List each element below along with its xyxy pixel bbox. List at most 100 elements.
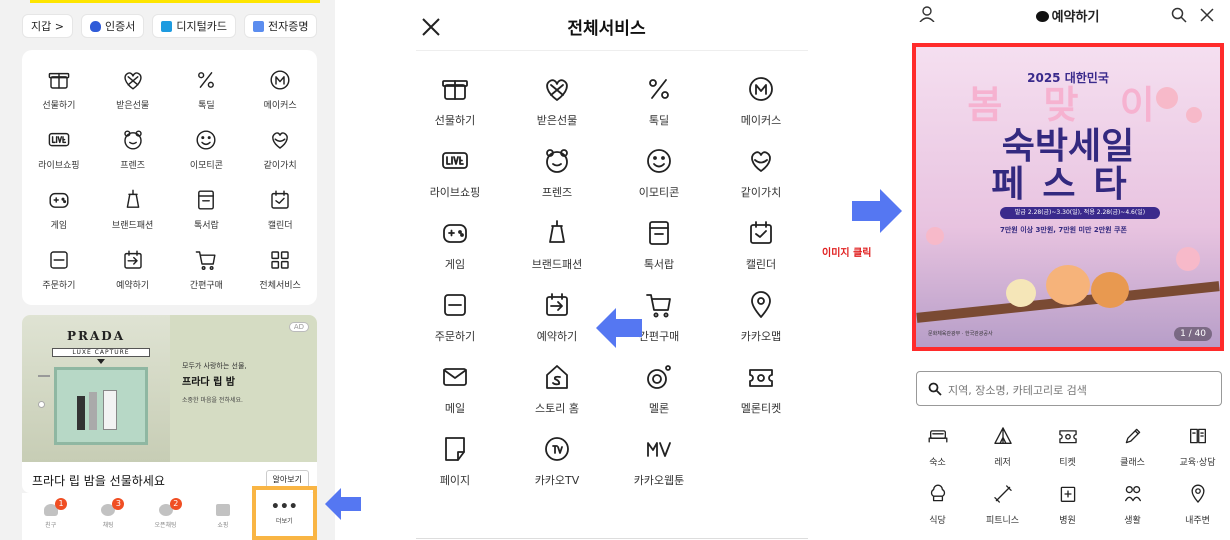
doc-icon — [252, 20, 264, 32]
service-item[interactable]: 톡서랍 — [170, 184, 244, 238]
all-service-item[interactable]: 멜론티켓 — [710, 352, 812, 419]
service-item[interactable]: 간편구매 — [170, 244, 244, 298]
nav-shopping[interactable]: 쇼핑 — [194, 493, 251, 540]
category-item[interactable]: 티켓 — [1035, 425, 1100, 473]
nav-open-chat[interactable]: 2 오픈채팅 — [137, 493, 194, 540]
service-item[interactable]: 예약하기 — [96, 244, 170, 298]
all-service-item[interactable]: 페이지 — [404, 424, 506, 491]
all-service-item[interactable]: 주문하기 — [404, 280, 506, 347]
all-service-item[interactable]: 메일 — [404, 352, 506, 419]
story-icon — [546, 365, 568, 389]
service-item[interactable]: 톡딜 — [170, 64, 244, 118]
category-item[interactable]: 식당 — [905, 483, 970, 531]
all-service-item[interactable]: 톡딜 — [608, 64, 710, 131]
emoticon-icon — [196, 130, 216, 150]
e-certificate-chip[interactable]: 전자증명 — [243, 14, 318, 38]
all-service-item[interactable]: 이모티콘 — [608, 136, 710, 203]
all-service-item[interactable]: 카카오웹툰 — [608, 424, 710, 491]
friends-icon — [546, 149, 568, 173]
received-gift-icon — [546, 79, 568, 101]
search-icon[interactable] — [1171, 7, 1187, 23]
service-item[interactable]: 메이커스 — [243, 64, 317, 118]
ticket-icon — [1058, 430, 1077, 444]
ad-line1: 모두가 사랑하는 선물, — [182, 362, 247, 370]
category-item[interactable]: 피트니스 — [970, 483, 1035, 531]
category-grid: 숙소 레저 티켓 클래스 교육·상담식당 피트니스 병원 생활 내주변 — [905, 425, 1230, 531]
tutorial-composite: 지갑 > 인증서 디지털카드 전자증명 선물하기 받은선물 톡딜 메이커스 라이브쇼핑 프… — [0, 0, 1230, 540]
service-label: 캘린더 — [267, 221, 293, 231]
nav-chats[interactable]: 3 채팅 — [79, 493, 136, 540]
category-label: 숙소 — [929, 458, 946, 468]
service-item[interactable]: 프렌즈 — [96, 124, 170, 178]
ad-brand: PRADA — [66, 329, 126, 343]
all-service-label: 멜론티켓 — [740, 402, 782, 415]
service-item[interactable]: 이모티콘 — [170, 124, 244, 178]
all-service-item[interactable]: 캘린더 — [710, 208, 812, 275]
category-label: 피트니스 — [985, 516, 1020, 526]
category-item[interactable]: 생활 — [1100, 483, 1165, 531]
all-service-item[interactable]: 메이커스 — [710, 64, 812, 131]
drawer-icon — [649, 221, 669, 245]
live-icon — [442, 152, 468, 169]
wallet-chip[interactable]: 지갑 > — [22, 14, 73, 38]
close-icon[interactable] — [1199, 7, 1215, 23]
category-item[interactable]: 레저 — [970, 425, 1035, 473]
all-service-item[interactable]: 선물하기 — [404, 64, 506, 131]
category-label: 내주변 — [1185, 516, 1210, 526]
certificate-chip[interactable]: 인증서 — [80, 14, 145, 38]
category-item[interactable]: 클래스 — [1100, 425, 1165, 473]
all-service-item[interactable]: 프렌즈 — [506, 136, 608, 203]
cart-icon — [196, 251, 216, 270]
all-service-item[interactable]: 예약하기 — [506, 280, 608, 347]
search-input[interactable]: 지역, 장소명, 카테고리로 검색 — [916, 371, 1222, 406]
all-service-item[interactable]: 라이브쇼핑 — [404, 136, 506, 203]
service-item[interactable]: 게임 — [22, 184, 96, 238]
all-service-item[interactable]: 카카오맵 — [710, 280, 812, 347]
ad-product-display — [54, 367, 148, 445]
chip-label: 전자증명 — [267, 20, 309, 33]
all-service-label: 스토리 홈 — [535, 402, 579, 415]
digital-card-chip[interactable]: 디지털카드 — [152, 14, 236, 38]
service-item[interactable]: 받은선물 — [96, 64, 170, 118]
all-service-item[interactable]: 카카오TV — [506, 424, 608, 491]
category-item[interactable]: 교육·상담 — [1165, 425, 1230, 473]
service-item[interactable]: 캘린더 — [243, 184, 317, 238]
banner-line3: 페스타 — [991, 164, 1145, 205]
service-item[interactable]: 전체서비스 — [243, 244, 317, 298]
category-item[interactable]: 숙소 — [905, 425, 970, 473]
chip-label: 인증서 — [104, 20, 136, 33]
category-item[interactable]: 내주변 — [1165, 483, 1230, 531]
promo-banner[interactable]: 2025 대한민국 봄 맞 이 숙박세일 페스타 발급 2.28(금)~3.30… — [912, 43, 1224, 351]
service-label: 예약하기 — [116, 281, 150, 291]
all-services-icon — [271, 251, 289, 269]
all-service-item[interactable]: 게임 — [404, 208, 506, 275]
banner-line1: 봄 맞 이 — [967, 83, 1169, 127]
blossom-decor — [926, 227, 944, 245]
all-service-item[interactable]: 멜론 — [608, 352, 710, 419]
nav-friends[interactable]: 1 친구 — [22, 493, 79, 540]
all-service-item[interactable]: 같이가치 — [710, 136, 812, 203]
nav-badge: 1 — [55, 498, 67, 510]
all-service-item[interactable]: 브랜드패션 — [506, 208, 608, 275]
service-item[interactable]: 주문하기 — [22, 244, 96, 298]
all-service-label: 프렌즈 — [541, 186, 573, 199]
service-item[interactable]: 같이가치 — [243, 124, 317, 178]
percent-icon — [198, 72, 215, 88]
category-label: 교육·상담 — [1179, 458, 1216, 468]
nav-label: 쇼핑 — [217, 522, 229, 529]
service-item[interactable]: 브랜드패션 — [96, 184, 170, 238]
shield-icon — [89, 20, 101, 32]
service-item[interactable]: 라이브쇼핑 — [22, 124, 96, 178]
all-service-item[interactable]: 스토리 홈 — [506, 352, 608, 419]
more-dots-icon: ••• — [270, 498, 298, 515]
all-service-item[interactable]: 받은선물 — [506, 64, 608, 131]
divider — [416, 50, 808, 51]
ad-banner[interactable]: PRADA LUXE CAPTURE 모두가 사랑하는 선물, 프라다 립 밤 … — [22, 315, 317, 493]
nav-more[interactable]: ••• 더보기 — [251, 486, 318, 540]
category-item[interactable]: 병원 — [1035, 483, 1100, 531]
tv-icon — [545, 437, 569, 461]
all-service-item[interactable]: 톡서랍 — [608, 208, 710, 275]
nav-label: 채팅 — [102, 522, 114, 529]
order-icon — [50, 251, 68, 269]
service-item[interactable]: 선물하기 — [22, 64, 96, 118]
